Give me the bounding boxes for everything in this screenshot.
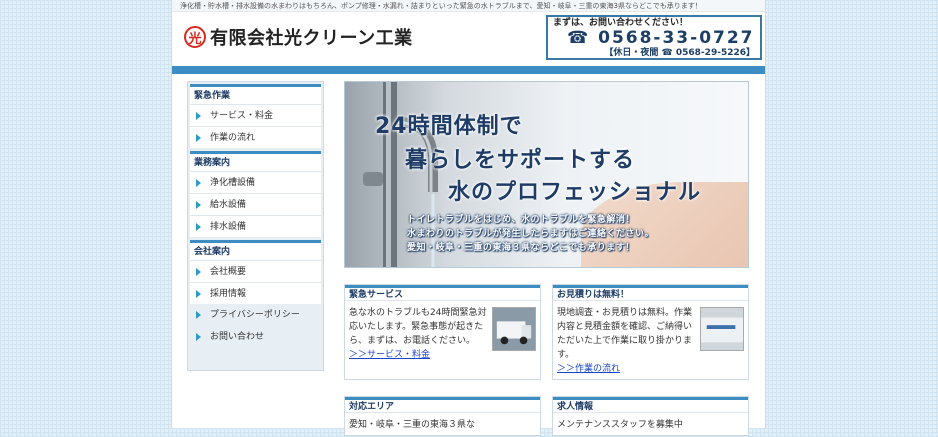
sidebar-heading-company: 会社案内 [190, 240, 321, 260]
arrow-right-icon [196, 311, 204, 319]
phone-number: 0568-33-0727 [598, 28, 755, 48]
hero-banner: 24時間体制で 暮らしをサポートする 水のプロフェッショナル トイレトラブルをは… [344, 81, 749, 268]
hero-sub-2: 水まわりのトラブルが発生したらますはご連絡ください。 [407, 229, 655, 239]
sidebar-item-label: サービス・料金 [210, 111, 274, 121]
truck-thumbnail [492, 307, 536, 351]
card-text: 現地調査・お見積りは無料。作業内容と見積金額を確認、ご納得いただいた上で作業に取… [557, 308, 693, 360]
header-tagline: 浄化槽・貯水槽・排水設備の水まわりはもちろん、ポンプ修理・水漏れ・詰まりといった… [172, 0, 765, 12]
arrow-right-icon [196, 290, 204, 298]
arrow-right-icon [196, 201, 204, 209]
phone-icon: ☎ [567, 28, 591, 48]
sidebar-item-label: プライバシーポリシー [210, 310, 300, 320]
sidebar-item-label: 採用情報 [210, 289, 247, 299]
card-free-estimate: お見積りは無料！ 現地調査・お見積りは無料。作業内容と見積金額を確認、ご納得いた… [552, 284, 749, 380]
card-emergency-service: 緊急サービス 急な水のトラブルも24時間緊急対応いたします。緊急事態が起きたら、… [344, 284, 541, 380]
logo-mark-icon: 光 [184, 26, 206, 48]
card-text: メンテナンススタッフを募集中 [557, 420, 683, 430]
sidebar-item-drainage[interactable]: 排水設備 [190, 215, 321, 237]
card-title: 求人情報 [553, 397, 748, 413]
arrow-right-icon [196, 179, 204, 187]
card-link-work-flow[interactable]: ＞＞作業の流れ [557, 364, 620, 374]
nav-bar [172, 66, 765, 74]
card-title: 対応エリア [345, 397, 540, 413]
card-body: メンテナンススタッフを募集中 [553, 413, 748, 437]
sidebar-item-label: 浄化槽設備 [210, 178, 256, 188]
arrow-right-icon [196, 268, 204, 276]
hero-sub-1: トイレトラブルをはじめ、水のトラブルを緊急解消！ [407, 215, 636, 225]
sidebar-item-recruit[interactable]: 採用情報 [190, 282, 321, 304]
card-body: 現地調査・お見積りは無料。作業内容と見積金額を確認、ご納得いただいた上で作業に取… [553, 301, 748, 381]
card-title: お見積りは無料！ [553, 285, 748, 301]
sidebar-item-work-flow[interactable]: 作業の流れ [190, 126, 321, 148]
arrow-right-icon [196, 223, 204, 231]
sidebar-item-label: 作業の流れ [210, 133, 256, 143]
sidebar-item-company-profile[interactable]: 会社概要 [190, 260, 321, 282]
page-container: 浄化槽・貯水槽・排水設備の水まわりはもちろん、ポンプ修理・水漏れ・詰まりといった… [171, 0, 766, 436]
card-body: 愛知・岐阜・三重の東海３県な [345, 413, 540, 437]
sidebar-item-septic[interactable]: 浄化槽設備 [190, 171, 321, 193]
card-text: 急な水のトラブルも24時間緊急対応いたします。緊急事態が起きたら、まずは、お電話… [349, 308, 487, 346]
sidebar-item-label: 給水設備 [210, 200, 247, 210]
company-logo[interactable]: 光 有限会社光クリーン工業 [184, 24, 413, 50]
sidebar-item-contact[interactable]: お問い合わせ [190, 326, 321, 348]
phone-night[interactable]: 【休日・夜間 ☎ 0568-29-5226】 [553, 48, 755, 59]
hero-headline-2: 暮らしをサポートする [405, 148, 636, 173]
sidebar-item-label: 会社概要 [210, 267, 247, 277]
sidebar-item-privacy[interactable]: プライバシーポリシー [190, 304, 321, 326]
card-text: 愛知・岐阜・三重の東海３県な [349, 420, 476, 430]
hero-sub-3: 愛知・岐阜・三重の東海３県ならどこでも承ります！ [407, 243, 635, 253]
sidebar-heading-business: 業務案内 [190, 151, 321, 171]
hero-headline-1: 24時間体制で [375, 114, 523, 139]
hero-headline-3: 水のプロフェッショナル [448, 180, 702, 205]
card-link-service-price[interactable]: ＞＞サービス・料金 [349, 350, 430, 360]
card-recruitment: 求人情報 メンテナンススタッフを募集中 [552, 396, 749, 436]
card-body: 急な水のトラブルも24時間緊急対応いたします。緊急事態が起きたら、まずは、お電話… [345, 301, 540, 367]
contact-box: まずは、お問い合わせください！ ☎ 0568-33-0727 【休日・夜間 ☎ … [546, 15, 762, 60]
sidebar-item-water-supply[interactable]: 給水設備 [190, 193, 321, 215]
company-name: 有限会社光クリーン工業 [210, 28, 413, 49]
arrow-right-icon [196, 112, 204, 120]
vehicle-thumbnail [700, 307, 744, 351]
arrow-right-icon [196, 134, 204, 142]
arrow-right-icon [196, 333, 204, 341]
phone-main[interactable]: ☎ 0568-33-0727 [567, 29, 755, 48]
sidebar-item-service-price[interactable]: サービス・料金 [190, 104, 321, 126]
sidebar-item-label: お問い合わせ [210, 332, 265, 342]
card-title: 緊急サービス [345, 285, 540, 301]
card-service-area: 対応エリア 愛知・岐阜・三重の東海３県な [344, 396, 541, 436]
sidebar-heading-emergency: 緊急作業 [190, 84, 321, 104]
sidebar: 緊急作業 サービス・料金 作業の流れ 業務案内 浄化槽設備 給水設備 排水設備 … [187, 81, 324, 371]
sidebar-item-label: 排水設備 [210, 222, 247, 232]
